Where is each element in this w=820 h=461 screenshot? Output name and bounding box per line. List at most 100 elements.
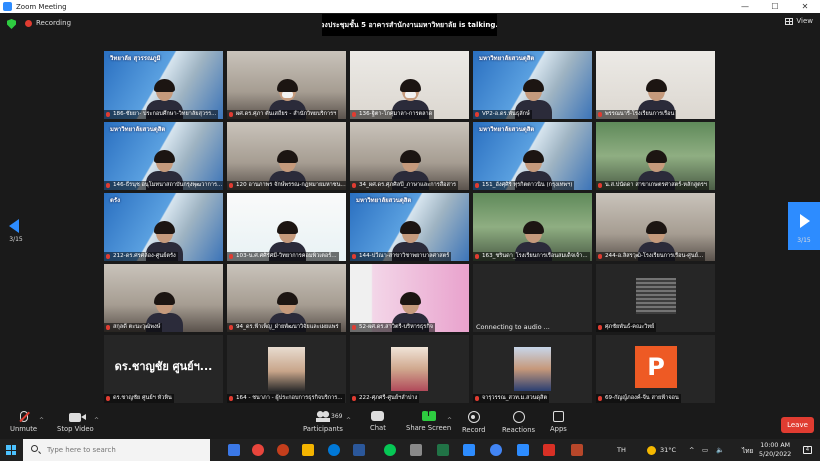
video-tile[interactable]: มหาวิทยาลัยสวนดุสิต 144-ปวีณา-สาขาวิชาพยา… [350,193,469,261]
video-options-caret[interactable]: ^ [94,417,99,424]
microphone-muted-icon [229,183,233,188]
minimize-button[interactable]: — [730,2,760,11]
video-tile[interactable]: P 69-กัญญ์ภองค์-จีน สายฟ้าจอน [596,335,715,403]
security-shield-icon[interactable] [7,19,16,29]
participant-name-label: จารุวรรณ_สวท.ม.สวนดุสิต [473,394,550,403]
windows-taskbar: TH 31°C ^ ▭ 🔈 ไทย 10:00 AM 5/20/2022 4 [0,439,820,461]
video-tile[interactable]: สกุลดี ตะนะวุฒิพงษ์ [104,264,223,332]
excel-icon[interactable] [437,444,449,456]
leave-button[interactable]: Leave [781,417,814,433]
store-icon[interactable] [410,444,422,456]
start-button[interactable] [0,439,22,461]
video-tile[interactable]: 52-ผศ.ดร.สาวิตรี-บริหารธุรกิจ [350,264,469,332]
taskbar-search[interactable] [23,439,210,461]
microphone-muted-icon [598,183,602,188]
close-button[interactable]: ✕ [790,2,820,11]
notification-icon[interactable]: 4 [803,446,812,454]
video-tile[interactable]: 120 อานภาพร จักษ์พรรณ-กฎหมายมหาชน... [227,122,346,190]
page-count-right: 3/15 [797,237,811,244]
next-page-button[interactable]: 3/15 [788,202,820,250]
participant-name-text: 164 - ชนาภา - ผู้ประกอบการธุรกิจบริการ..… [236,395,343,401]
task-view-icon[interactable] [228,444,240,456]
language-indicator[interactable]: ไทย [742,446,753,456]
participant-name-label: 151_อังศุศิริ ทุรกิตตาวนิน (กรุงเทพฯ) [473,181,575,190]
participant-name-label: 186-ชัยยา- ประกอบศึกษา-วิทยาลัยสุวรร... [104,110,219,119]
video-tile[interactable]: พรรณนารี-โรงเรียนการเรือน [596,51,715,119]
teams-icon[interactable] [463,444,475,456]
record-button[interactable]: Record [462,411,485,434]
taskbar-search-input[interactable] [47,443,207,457]
unmute-button[interactable]: Unmute [10,411,37,433]
chat-button[interactable]: Chat [370,411,386,432]
temperature[interactable]: 31°C [660,446,676,454]
video-tile[interactable]: 222-ศุภศรี-ศูนย์ฯลำปาง [350,335,469,403]
video-tile[interactable]: 163_ชรินดา_โรงเรียนการเรือนสมเด็จเจ้า... [473,193,592,261]
network-icon[interactable]: ▭ [702,446,708,454]
participants-caret[interactable]: ^ [346,417,351,424]
windows-logo-icon [6,445,16,455]
video-tile[interactable]: ศุภชัยพันธ์-คณะวิทย์ [596,264,715,332]
reactions-button[interactable]: Reactions [502,411,535,434]
video-tile[interactable]: Connecting to audio ... [473,264,592,332]
video-tile[interactable]: น.ส.ปนัดดา สาขาเกษตรศาสตร์-หลักสูตรฯ [596,122,715,190]
participant-name-label: พรรณนารี-โรงเรียนการเรือน [596,110,677,119]
powerpoint-icon[interactable] [277,444,289,456]
share-options-caret[interactable]: ^ [447,417,452,424]
participant-name-text: 244-อ.ลิสรวุฒิ-โรงเรียนการเรือน-ศูนย์... [605,253,704,259]
participant-name-text: 103-น.ศ.ศศิรัศมี-วิทยาการคอมพิวเตอร์... [236,253,337,259]
audio-options-caret[interactable]: ^ [39,417,44,424]
video-tile[interactable]: ตรัง 212-ดร.ศรศล้อง-ศูนย์ตรัง [104,193,223,261]
line-icon[interactable] [384,444,396,456]
share-screen-button[interactable]: Share Screen [406,409,451,432]
edge-icon[interactable] [328,444,340,456]
previous-page-button[interactable]: 3/15 [0,201,32,249]
video-tile[interactable]: 164 - ชนาภา - ผู้ประกอบการธุรกิจบริการ..… [227,335,346,403]
video-tile[interactable]: จารุวรรณ_สวท.ม.สวนดุสิต [473,335,592,403]
video-tile[interactable]: มหาวิทยาลัยสวนดุสิต 146-ธีรนุช อนุโมทนาสถ… [104,122,223,190]
video-tile[interactable]: มหาวิทยาลัยสวนดุสิต 151_อังศุศิริ ทุรกิตต… [473,122,592,190]
stop-video-label: Stop Video [57,425,94,433]
app-icon[interactable] [571,444,583,456]
video-tile[interactable]: วิทยาลัย สุวรรณภูมิ 186-ชัยยา- ประกอบศึกษ… [104,51,223,119]
video-tile[interactable]: 103-น.ศ.ศศิรัศมี-วิทยาการคอมพิวเตอร์... [227,193,346,261]
zoom-taskbar-icon[interactable] [517,444,529,456]
record-icon [467,411,480,423]
taskbar-clock[interactable]: 10:00 AM 5/20/2022 [759,441,791,459]
participant-name-text: ผศ.ดร.ศุภา ตันเสถียร - สำนักวิทยบริการฯ [236,111,337,117]
video-tile[interactable]: 136-ฐิตา-โกศุมาลา-การตลาด [350,51,469,119]
apps-button[interactable]: Apps [550,411,567,433]
video-tile[interactable]: มหาวิทยาลัยสวนดุสิต VP2-อ.ดร.พันธุลักษ์ [473,51,592,119]
acrobat-icon[interactable] [543,444,555,456]
tray-chevron-icon[interactable]: ^ [689,446,694,454]
participant-name-text: 52-ผศ.ดร.สาวิตรี-บริหารธุรกิจ [359,324,433,330]
participant-name-text: ดร.ชาญชัย ศูนย์ฯ หัวหิน [113,395,172,401]
grid-view-icon [785,17,794,25]
microphone-muted-icon [475,396,479,401]
video-tile[interactable]: ดร.ชาญชัย ศูนย์ฯ... ดร.ชาญชัย ศูนย์ฯ หัวห… [104,335,223,403]
stop-video-button[interactable]: Stop Video [57,411,94,433]
weather-sun-icon[interactable] [647,446,656,455]
input-language[interactable]: TH [617,446,626,454]
chrome-icon[interactable] [252,444,264,456]
microphone-muted-icon [598,396,602,401]
view-button[interactable]: View [785,17,813,25]
volume-icon[interactable]: 🔈 [716,446,724,454]
word-icon[interactable] [353,444,365,456]
page-count-left: 3/15 [9,236,23,243]
video-tile[interactable]: 94_ดร.ฟ้าเพ็ญ_ฝ่ายพัฒนาวิจัยและเผยแพร่ [227,264,346,332]
chrome-profile-icon[interactable] [490,444,502,456]
microphone-muted-icon [475,112,479,117]
participant-name-label: ดร.ชาญชัย ศูนย์ฯ หัวหิน [104,394,174,403]
participant-name-label: 52-ผศ.ดร.สาวิตรี-บริหารธุรกิจ [350,323,435,332]
connecting-audio-status: Connecting to audio ... [476,323,550,331]
file-explorer-icon[interactable] [302,444,314,456]
apps-icon [552,411,564,422]
video-tile[interactable]: 244-อ.ลิสรวุฒิ-โรงเรียนการเรือน-ศูนย์... [596,193,715,261]
microphone-muted-icon [106,112,110,117]
maximize-button[interactable]: ☐ [760,2,790,11]
video-tile[interactable]: ผศ.ดร.ศุภา ตันเสถียร - สำนักวิทยบริการฯ [227,51,346,119]
participant-name-label: ผศ.ดร.ศุภา ตันเสถียร - สำนักวิทยบริการฯ [227,110,339,119]
microphone-muted-icon [19,411,28,422]
microphone-muted-icon [352,183,356,188]
video-tile[interactable]: 34_ผศ.ดร.ศุภศิลปี_ภาษาและการสื่อสาร [350,122,469,190]
